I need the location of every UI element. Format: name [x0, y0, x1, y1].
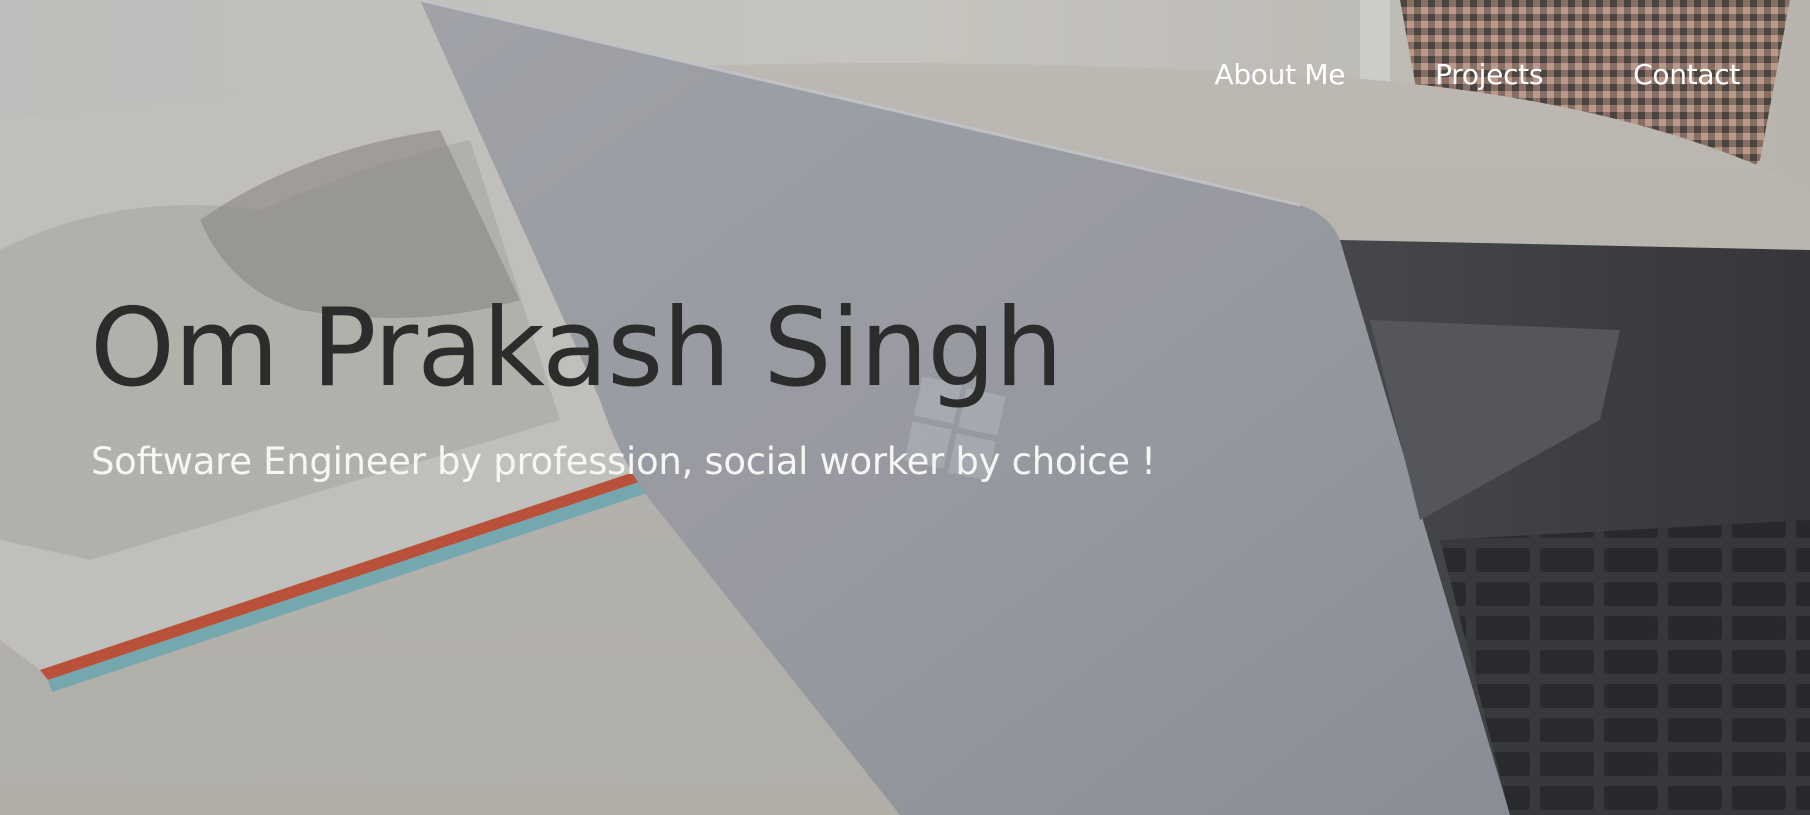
- hero-name-heading: Om Prakash Singh: [90, 286, 1063, 411]
- nav-link-about-me[interactable]: About Me: [1214, 58, 1345, 91]
- top-navigation: About Me Projects Contact: [1214, 58, 1740, 91]
- nav-link-contact[interactable]: Contact: [1633, 58, 1740, 91]
- nav-link-projects[interactable]: Projects: [1435, 58, 1543, 91]
- hero-section: About Me Projects Contact Om Prakash Sin…: [0, 0, 1810, 815]
- hero-tagline: Software Engineer by profession, social …: [91, 440, 1156, 483]
